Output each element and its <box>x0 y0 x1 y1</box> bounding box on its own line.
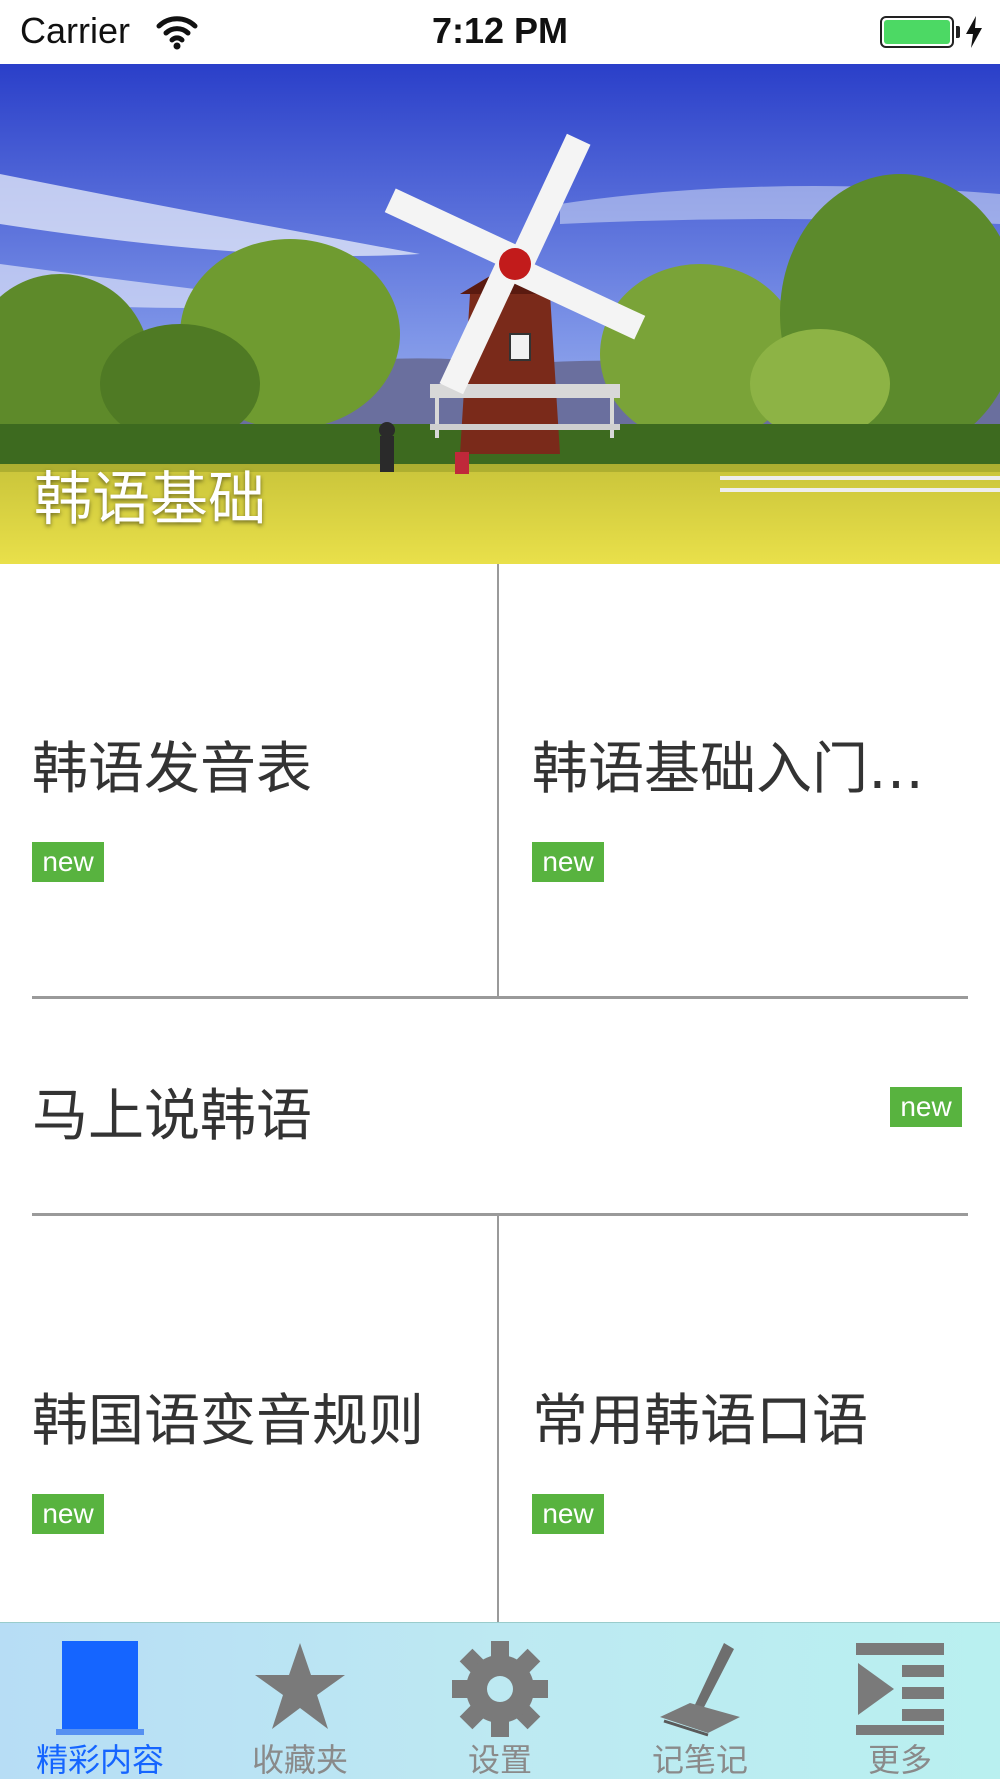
carrier-label: Carrier <box>20 10 131 51</box>
hero-banner[interactable]: 韩语基础 <box>0 64 1000 564</box>
battery-icon <box>880 16 954 48</box>
tab-label: 记笔记 <box>651 1741 748 1779</box>
new-badge: new <box>32 842 104 882</box>
tab-favorites[interactable]: 收藏夹 <box>200 1623 400 1779</box>
battery-tip <box>956 26 960 38</box>
new-badge: new <box>532 842 604 882</box>
tab-label: 更多 <box>867 1741 932 1779</box>
item-title: 韩语基础入门… <box>532 737 924 802</box>
book-icon <box>56 1641 144 1735</box>
new-badge: new <box>532 1494 604 1534</box>
tab-bar: 精彩内容 收藏夹 设置 记笔记 更多 <box>0 1622 1000 1779</box>
item-title: 常用韩语口语 <box>532 1389 868 1454</box>
grid-divider <box>497 1216 499 1622</box>
gear-icon <box>452 1641 548 1737</box>
tab-label: 精彩内容 <box>35 1741 164 1779</box>
new-badge: new <box>890 1087 962 1127</box>
list-item-common-phrases[interactable]: 常用韩语口语 new <box>500 1216 1000 1622</box>
list-item-speak-now[interactable]: 马上说韩语 new <box>0 999 1000 1213</box>
charging-bolt-icon <box>966 16 982 48</box>
grid-divider <box>497 564 499 996</box>
new-badge: new <box>32 1494 104 1534</box>
list-item-pronunciation[interactable]: 韩语发音表 new <box>0 564 498 996</box>
tab-featured[interactable]: 精彩内容 <box>0 1623 200 1779</box>
star-icon <box>255 1643 345 1729</box>
status-bar: Carrier 7:12 PM <box>0 0 1000 64</box>
list-item-basics-intro[interactable]: 韩语基础入门… new <box>500 564 1000 996</box>
item-title: 韩国语变音规则 <box>32 1389 424 1454</box>
tab-label: 收藏夹 <box>251 1741 348 1779</box>
tab-settings[interactable]: 设置 <box>400 1623 600 1779</box>
item-title: 马上说韩语 <box>32 1084 312 1149</box>
tab-more[interactable]: 更多 <box>800 1623 1000 1779</box>
tab-notes[interactable]: 记笔记 <box>600 1623 800 1779</box>
banner-title: 韩语基础 <box>34 465 267 533</box>
more-list-icon <box>856 1643 944 1735</box>
clock: 7:12 PM <box>431 10 569 51</box>
item-title: 韩语发音表 <box>32 737 312 802</box>
wifi-icon <box>156 16 198 50</box>
pen-icon <box>660 1643 740 1737</box>
tab-label: 设置 <box>467 1741 532 1779</box>
list-item-sound-change-rules[interactable]: 韩国语变音规则 new <box>0 1216 498 1622</box>
